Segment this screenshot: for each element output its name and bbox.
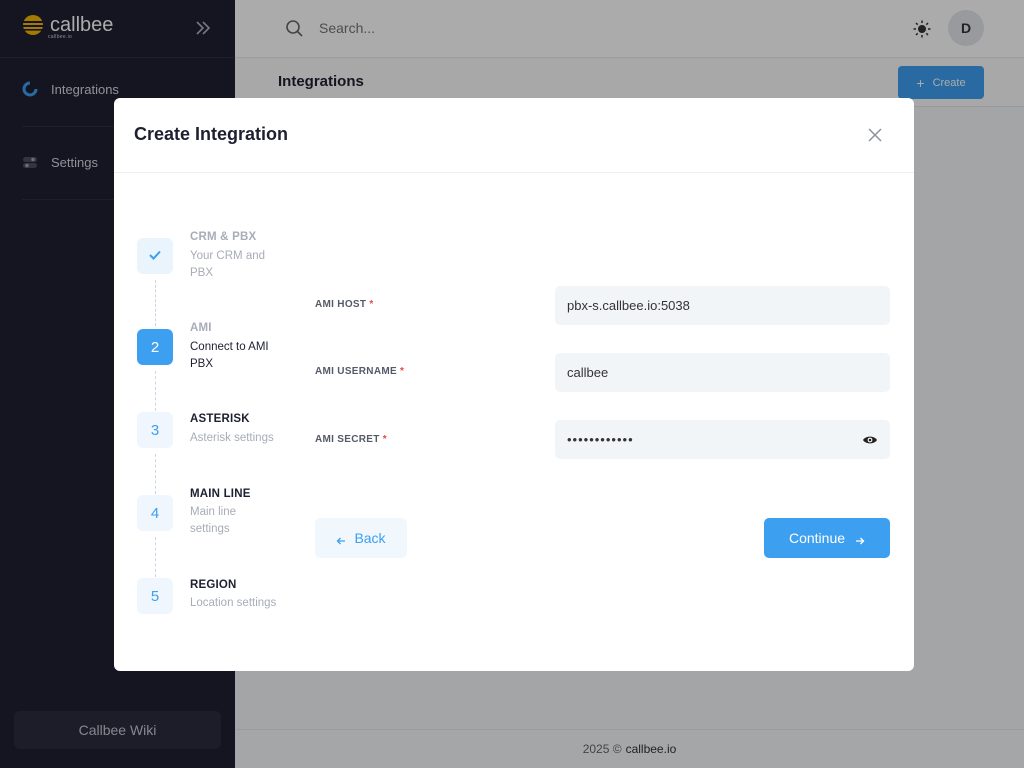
step-2-desc: Connect to AMI PBX [190,341,269,370]
ami-username-label-text: AMI USERNAME [315,366,397,377]
continue-button[interactable]: Continue [764,518,890,558]
step-2-indicator: 2 [137,329,173,365]
step-3-title: ASTERISK [190,413,250,425]
step-connector [155,371,156,411]
ami-secret-label-text: AMI SECRET [315,434,380,445]
step-5-desc: Location settings [190,597,277,609]
step-4-indicator: 4 [137,495,173,531]
step-3-desc: Asterisk settings [190,432,274,444]
modal-title: Create Integration [134,124,289,144]
step-1-desc: Your CRM and PBX [190,250,266,279]
step-1-indicator [137,238,173,274]
create-integration-modal: Create Integration CRM & PBX Your CRM an… [114,98,914,671]
checkmark-icon [148,248,162,265]
step-1-title: CRM & PBX [190,231,257,243]
continue-button-label: Continue [788,530,846,546]
step-4-title: MAIN LINE [190,488,251,500]
step-4-desc: Main line settings [190,506,237,535]
step-5-title: REGION [190,579,237,591]
step-connector [155,454,156,494]
arrow-left-icon [336,533,346,545]
step-connector [155,280,156,326]
required-mark: * [369,299,374,310]
ami-host-label: AMI HOST * [315,299,374,310]
ami-secret-label: AMI SECRET * [315,434,387,445]
ami-username-label: AMI USERNAME * [315,366,404,377]
required-mark: * [382,434,387,445]
back-button[interactable]: Back [315,518,407,558]
step-3-indicator: 3 [137,412,173,448]
ami-host-label-text: AMI HOST [315,299,367,310]
step-5-indicator: 5 [137,578,173,614]
step-2-title: AMI [190,322,212,334]
arrow-right-icon [855,533,865,545]
show-password-eye-icon[interactable] [862,433,878,445]
ami-username-input[interactable] [555,353,890,392]
ami-host-input[interactable] [555,286,890,325]
modal-divider [114,172,914,173]
step-connector [155,537,156,577]
close-icon[interactable] [866,126,884,144]
required-mark: * [400,366,405,377]
ami-secret-input[interactable] [555,420,890,459]
back-button-label: Back [354,530,386,546]
